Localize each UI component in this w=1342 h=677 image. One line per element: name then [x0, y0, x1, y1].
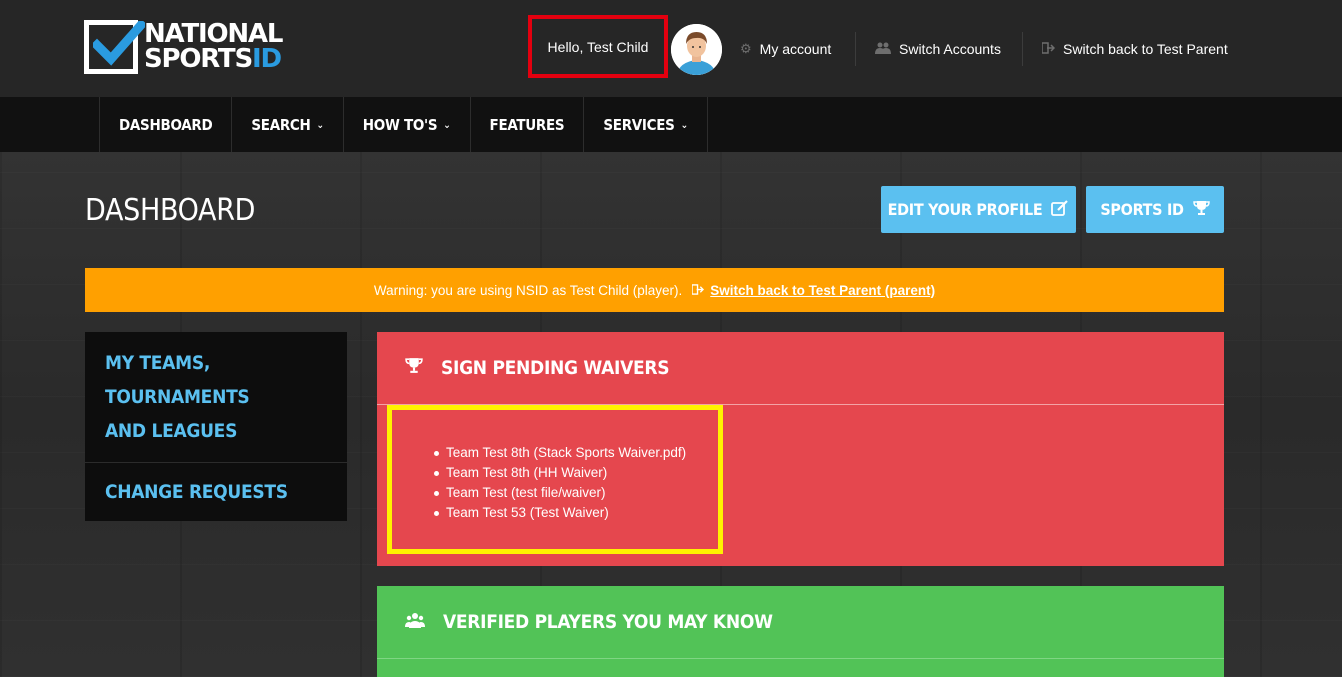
sidebar-item-teams-line1: MY TEAMS, TOURNAMENTS: [105, 352, 250, 408]
checkmark-logo-icon: [84, 20, 145, 74]
waiver-item[interactable]: Team Test 8th (HH Waiver): [431, 463, 686, 483]
verified-players-title: VERIFIED PLAYERS YOU MAY KNOW: [443, 611, 773, 633]
sidebar-item-teams-line2: AND LEAGUES: [105, 420, 238, 442]
sidebar-item-change-requests[interactable]: CHANGE REQUESTS: [85, 462, 347, 521]
sidebar-item-change-requests-label: CHANGE REQUESTS: [105, 481, 288, 503]
logo-line2: SPORTS ID: [144, 44, 282, 74]
greeting-highlight: Hello, Test Child: [528, 15, 668, 78]
nav-services-label: SERVICES: [603, 115, 675, 134]
logo-id: ID: [252, 44, 282, 74]
nav-items: DASHBOARD SEARCH ⌄ HOW TO'S ⌄ FEATURES S…: [99, 97, 708, 152]
nav-services[interactable]: SERVICES ⌄: [584, 97, 708, 152]
switch-accounts-link[interactable]: Switch Accounts: [875, 40, 1001, 58]
waiver-item[interactable]: Team Test 8th (Stack Sports Waiver.pdf): [431, 443, 686, 463]
sports-id-button[interactable]: SPORTS ID: [1086, 186, 1224, 233]
trophy-icon: [405, 357, 423, 379]
nav-features-label: FEATURES: [489, 115, 565, 134]
greeting-text: Hello, Test Child: [547, 38, 649, 55]
waiver-item[interactable]: Team Test 53 (Test Waiver): [431, 503, 686, 523]
avatar[interactable]: [671, 24, 722, 75]
users-icon: [875, 41, 891, 57]
divider: [855, 32, 856, 66]
pending-waivers-title: SIGN PENDING WAIVERS: [441, 357, 670, 379]
switch-back-parent-link[interactable]: Switch back to Test Parent (parent): [710, 283, 935, 298]
chevron-down-icon: ⌄: [316, 119, 325, 131]
nav-how-tos[interactable]: HOW TO'S ⌄: [344, 97, 471, 152]
chevron-down-icon: ⌄: [443, 119, 451, 131]
sidebar-item-teams[interactable]: MY TEAMS, TOURNAMENTS AND LEAGUES: [85, 332, 347, 462]
sports-id-label: SPORTS ID: [1100, 200, 1184, 219]
sign-out-icon: [691, 283, 705, 298]
nav-search-label: SEARCH: [251, 115, 311, 134]
users-icon: [405, 611, 425, 633]
edit-profile-button[interactable]: EDIT YOUR PROFILE: [881, 186, 1076, 233]
nav-dashboard-label: DASHBOARD: [119, 115, 213, 134]
edit-icon: [1051, 199, 1069, 220]
nav-features[interactable]: FEATURES: [471, 97, 585, 152]
verified-players-header: VERIFIED PLAYERS YOU MAY KNOW: [377, 586, 1224, 659]
switch-back-link[interactable]: Switch back to Test Parent: [1041, 40, 1228, 58]
page-title: DASHBOARD: [85, 193, 256, 228]
pending-waivers-panel: SIGN PENDING WAIVERS Team Test 8th (Stac…: [377, 332, 1224, 566]
nav-how-tos-label: HOW TO'S: [362, 115, 438, 134]
verified-players-panel: VERIFIED PLAYERS YOU MAY KNOW: [377, 586, 1224, 677]
gear-icon: ⚙: [740, 41, 752, 56]
waiver-item[interactable]: Team Test (test file/waiver): [431, 483, 686, 503]
impersonation-warning: Warning: you are using NSID as Test Chil…: [85, 268, 1224, 312]
user-avatar-icon: [671, 24, 722, 75]
logo-wordmark: NATIONAL SPORTS ID: [144, 21, 283, 74]
site-logo[interactable]: NATIONAL SPORTS ID: [84, 20, 283, 74]
divider: [1022, 32, 1023, 66]
sign-out-icon: [1041, 41, 1056, 57]
sidebar: MY TEAMS, TOURNAMENTS AND LEAGUES CHANGE…: [85, 332, 347, 521]
chevron-down-icon: ⌄: [680, 119, 689, 131]
trophy-icon: [1192, 200, 1210, 220]
nav-search[interactable]: SEARCH ⌄: [232, 97, 344, 152]
main-nav: DASHBOARD SEARCH ⌄ HOW TO'S ⌄ FEATURES S…: [0, 97, 1342, 152]
my-account-link[interactable]: ⚙ My account: [740, 40, 831, 58]
edit-profile-label: EDIT YOUR PROFILE: [887, 200, 1043, 219]
my-account-label: My account: [759, 41, 832, 57]
pending-waivers-header: SIGN PENDING WAIVERS: [377, 332, 1224, 405]
switch-accounts-label: Switch Accounts: [899, 41, 1001, 57]
switch-back-label: Switch back to Test Parent: [1063, 41, 1228, 57]
warning-text: Warning: you are using NSID as Test Chil…: [373, 282, 683, 298]
top-bar: NATIONAL SPORTS ID Hello, Test Child ⚙ My…: [0, 0, 1342, 97]
nav-dashboard[interactable]: DASHBOARD: [100, 97, 233, 152]
waiver-list: Team Test 8th (Stack Sports Waiver.pdf) …: [431, 443, 686, 523]
logo-sports: SPORTS: [144, 44, 253, 74]
